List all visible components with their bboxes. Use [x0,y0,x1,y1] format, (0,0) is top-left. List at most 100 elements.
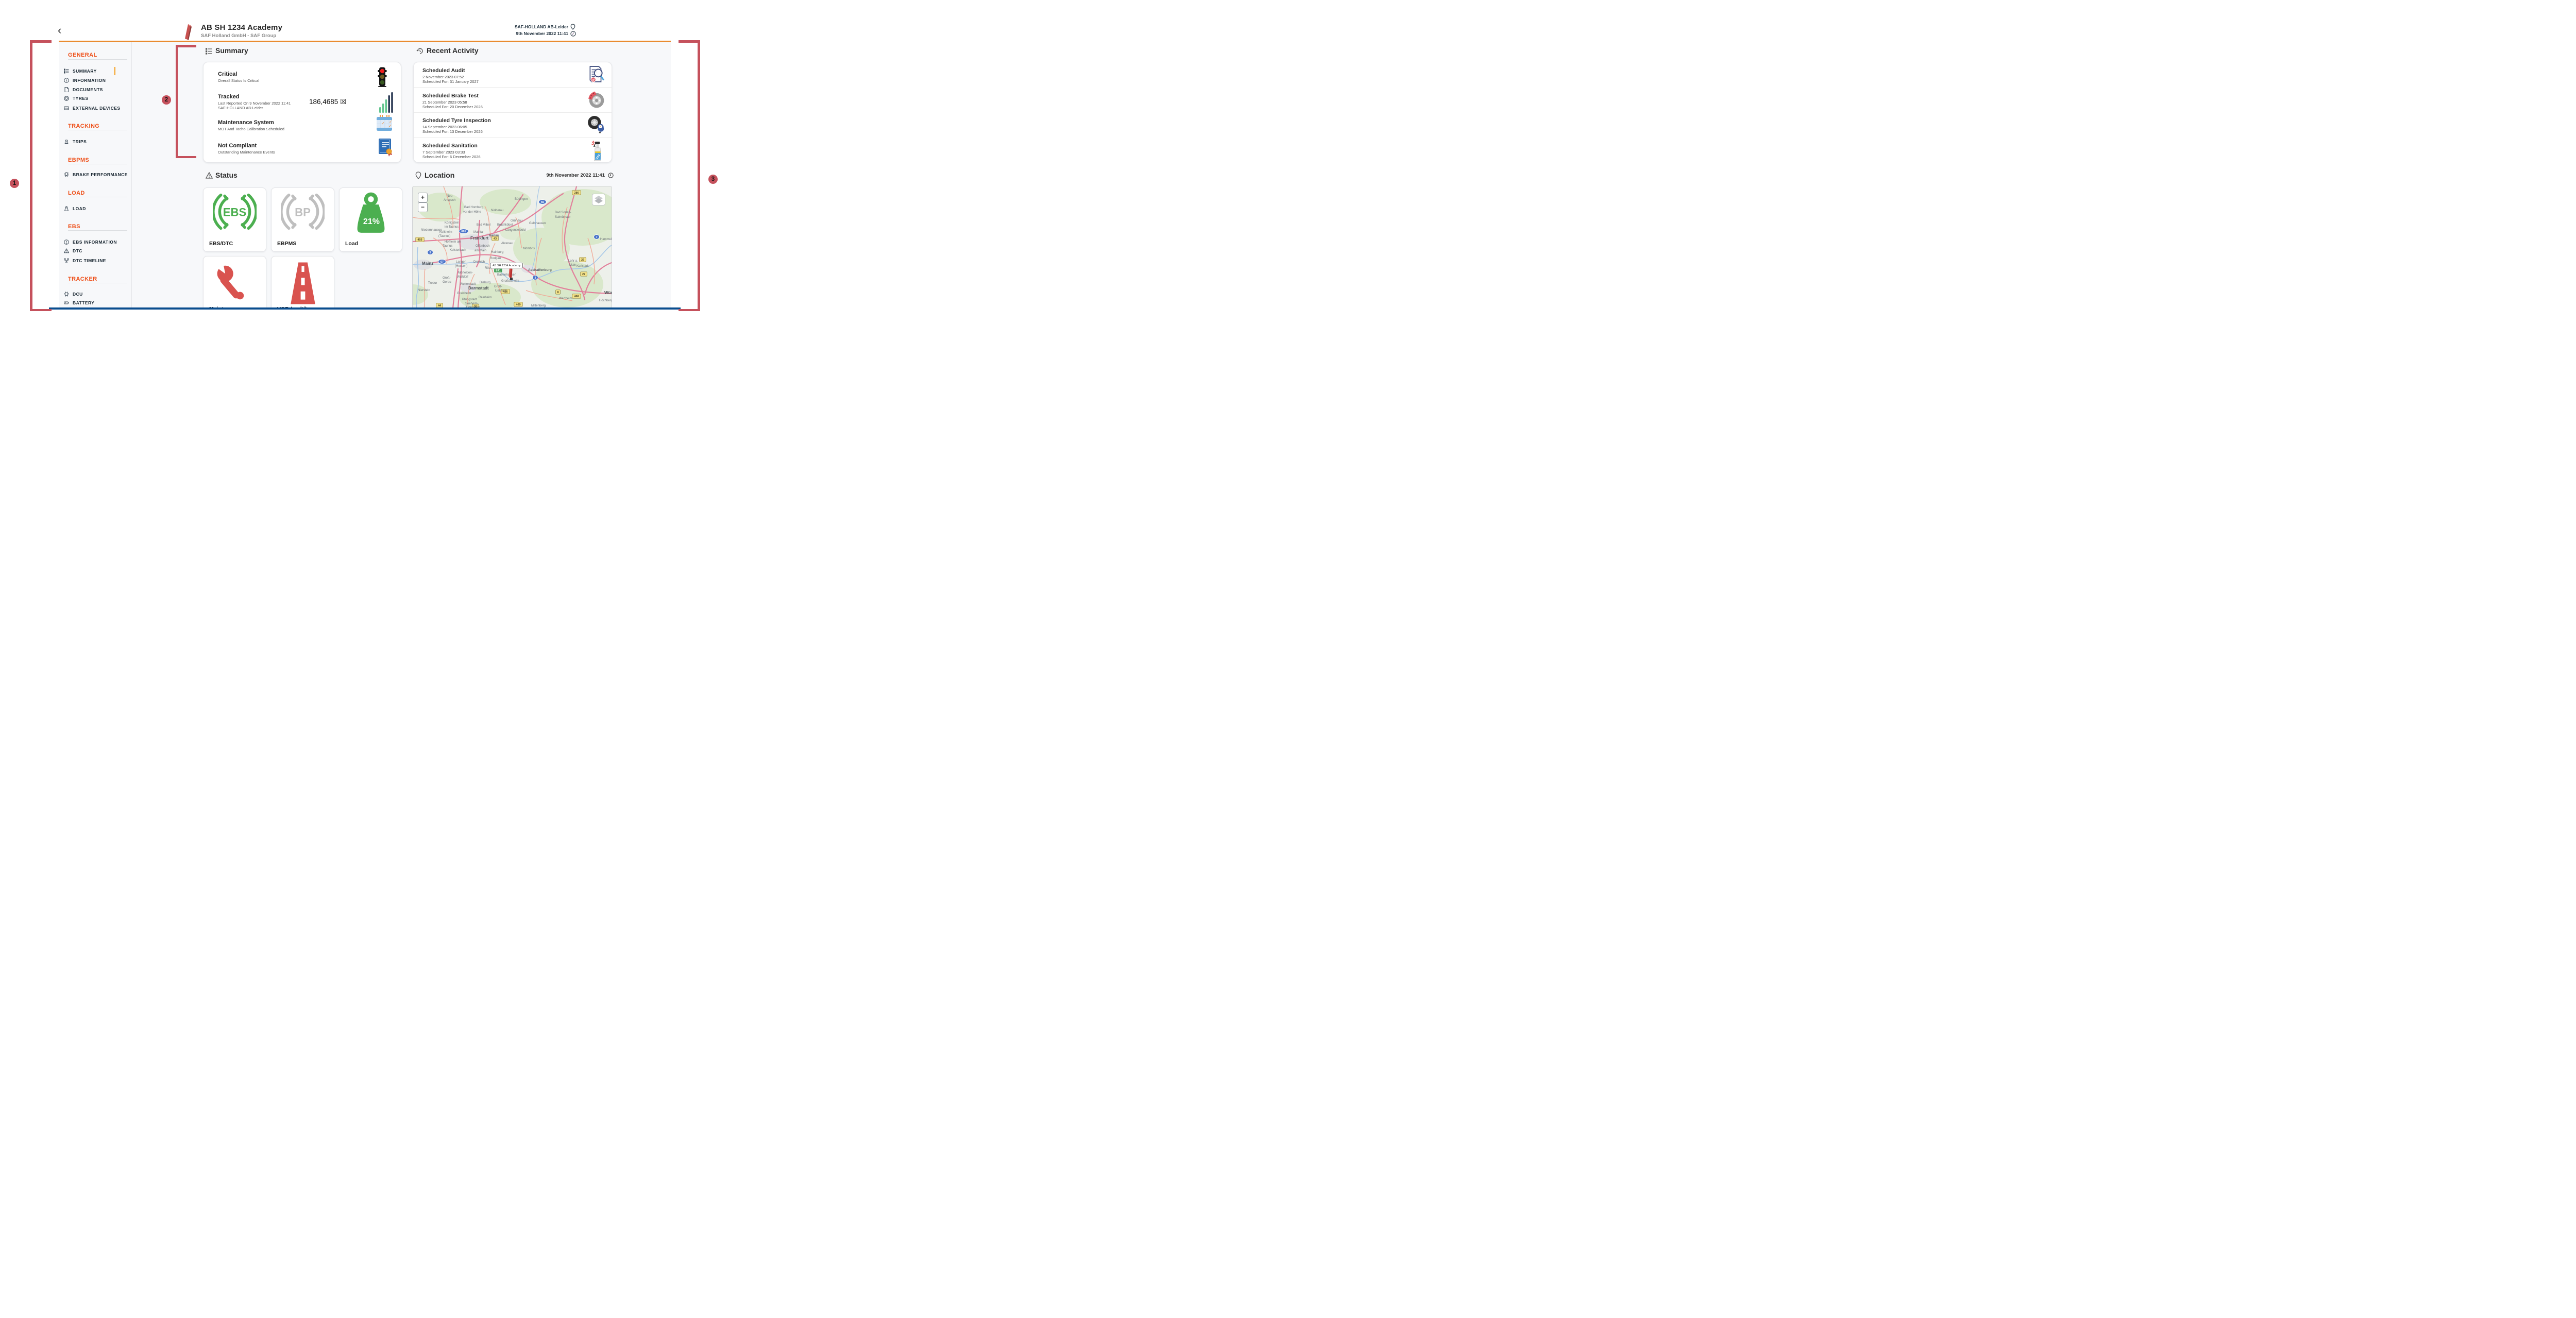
status-tile-ebpms[interactable]: BP EBPMS [271,187,334,252]
map-place-label: Groß- [443,277,451,280]
status-tile-vor[interactable]: VOR (multi) [271,256,334,308]
map-place-label: Wertheim [559,297,572,300]
summary-section-title: Summary [215,46,248,55]
map-place-label: (Hessen) [455,265,467,268]
sidebar-item-information[interactable]: INFORMATION [64,76,106,84]
activity-date: 2 November 2023 07:52 [422,75,464,79]
map-place-label: Langenselbold [505,229,526,232]
spray-bottle-icon [590,141,605,161]
sidebar-item-dcu[interactable]: DCU [64,290,83,298]
activity-item-brake-test[interactable]: Scheduled Brake Test 21 September 2023 0… [414,88,612,113]
alert-circle-icon [64,239,69,245]
activity-title: Scheduled Brake Test [422,93,479,99]
sidebar-item-label: SUMMARY [73,69,97,74]
sidebar-item-documents[interactable]: DOCUMENTS [64,85,103,94]
map-route-shield: 661 [459,229,468,234]
map-layers-button[interactable] [592,194,605,206]
map-place-label: Hanau [489,234,499,237]
map-place-label: Salmünster [555,216,570,219]
map-route-shield: 66 [539,200,547,204]
activity-scheduled: Scheduled For: 31 January 2027 [422,79,479,84]
header-datetime: 9th November 2022 11:41 [465,30,568,37]
svg-text:✓: ✓ [388,124,392,128]
map-place-label: (Taunus) [438,235,450,238]
activity-date: 21 September 2023 05:58 [422,100,467,105]
map-place-label: Offenbach [476,245,490,248]
map[interactable]: 666613673728645543262742684684694438E41 … [412,186,612,308]
summary-list-icon [206,48,212,55]
status-tile-ebs-dtc[interactable]: EBS EBS/DTC [203,187,266,252]
svg-text:✓: ✓ [381,121,385,126]
sidebar-item-ebs-information[interactable]: EBS INFORMATION [64,238,117,246]
activity-scheduled: Scheduled For: 13 December 2026 [422,129,483,134]
map-zoom-in-button[interactable]: + [418,193,428,202]
sidebar-item-external-devices[interactable]: EXTERNAL DEVICES [64,104,121,112]
recent-activity-card: Scheduled Audit 2 November 2023 07:52 Sc… [413,62,612,163]
page-subtitle: SAF Holland GmbH - SAF Group [201,33,276,39]
vehicle-marker-label[interactable]: AB SH 1234 Academy [490,263,523,268]
map-place-label: Langen [456,261,466,264]
activity-item-sanitation[interactable]: Scheduled Sanitation 7 September 2023 03… [414,138,612,162]
road-icon [287,261,319,306]
map-route-shield: 27 [581,272,587,276]
sidebar-item-label: DOCUMENTS [73,87,103,92]
odometer-value: 186,4685 ☒ [309,98,346,106]
activity-title: Scheduled Tyre Inspection [422,117,491,124]
svg-text:26: 26 [581,259,584,262]
activity-item-audit[interactable]: Scheduled Audit 2 November 2023 07:52 Sc… [414,62,612,88]
map-place-label: Bad Vilbel [477,224,490,227]
location-section-title: Location [425,171,454,179]
tyre-icon [64,96,69,101]
svg-text:27: 27 [582,273,585,276]
svg-text:286: 286 [574,192,579,195]
page-title: AB SH 1234 Academy [201,23,282,32]
map-place-label: Karlstadt [577,265,589,268]
sidebar-item-brake-performance[interactable]: BRAKE PERFORMANCE [64,170,128,179]
location-clock-icon [608,173,614,178]
certificate-icon [378,138,393,157]
map-place-label: Höchberg [599,299,612,302]
map-place-label: Bruchköbel [497,224,513,227]
status-tile-maintenance[interactable]: Maintenance [203,256,266,308]
summary-row-title: Maintenance System [218,119,274,126]
tyre-gauge-icon [587,115,605,134]
traffic-light-icon [378,67,387,88]
map-route-shield: 286 [572,191,581,195]
sidebar-item-battery[interactable]: BATTERY [64,299,94,307]
svg-text:661: 661 [461,230,466,233]
map-route-shield: 7 [594,235,600,239]
sidebar-item-dtc[interactable]: DTC [64,247,82,255]
annotation-bracket-2-vertical [176,45,178,158]
annotation-circle-3: 3 [708,175,718,184]
map-place-label: Kelkheim [439,231,452,234]
map-zoom-out-button[interactable]: − [418,202,428,212]
activity-item-tyre-inspection[interactable]: Scheduled Tyre Inspection 14 September 2… [414,112,612,138]
map-place-label: Nidderau [491,209,503,212]
vehicle-marker-icon[interactable] [507,268,515,281]
warning-triangle-icon [64,248,69,253]
annotation-bracket-2-bottom [176,156,196,159]
sidebar-item-label: TRIPS [73,139,87,144]
svg-text:43: 43 [494,237,497,241]
map-place-label: Taunus [443,245,452,248]
map-place-label: Niedernhausen [421,229,442,232]
activity-scheduled: Scheduled For: 20 December 2026 [422,105,483,109]
sidebar-item-label: EXTERNAL DEVICES [73,106,121,111]
sidebar-item-tyres[interactable]: TYRES [64,94,89,102]
sidebar-item-load[interactable]: LOAD [64,204,86,213]
map-place-label: Gerau [443,281,451,284]
summary-row-sub: SAF-HOLLAND AB-Leider [218,106,263,110]
map-place-label: Umstadt [495,289,507,293]
map-place-label: Walldorf [457,276,468,279]
summary-row-title: Critical [218,71,237,77]
map-place-label: im Taunus [445,226,459,229]
back-button[interactable]: ‹ [58,25,61,36]
map-place-label: Reinheim [479,296,492,299]
missing-glyph: ☒ [340,98,346,106]
status-tile-load[interactable]: 21% Load [339,187,402,252]
sidebar-item-trips[interactable]: TRIPS [64,138,87,146]
sidebar-item-dtc-timeline[interactable]: DTC TIMELINE [64,256,106,265]
chip-icon [64,292,69,297]
sidebar-item-label: DTC [73,248,82,253]
sidebar-item-summary[interactable]: SUMMARY [64,67,97,75]
